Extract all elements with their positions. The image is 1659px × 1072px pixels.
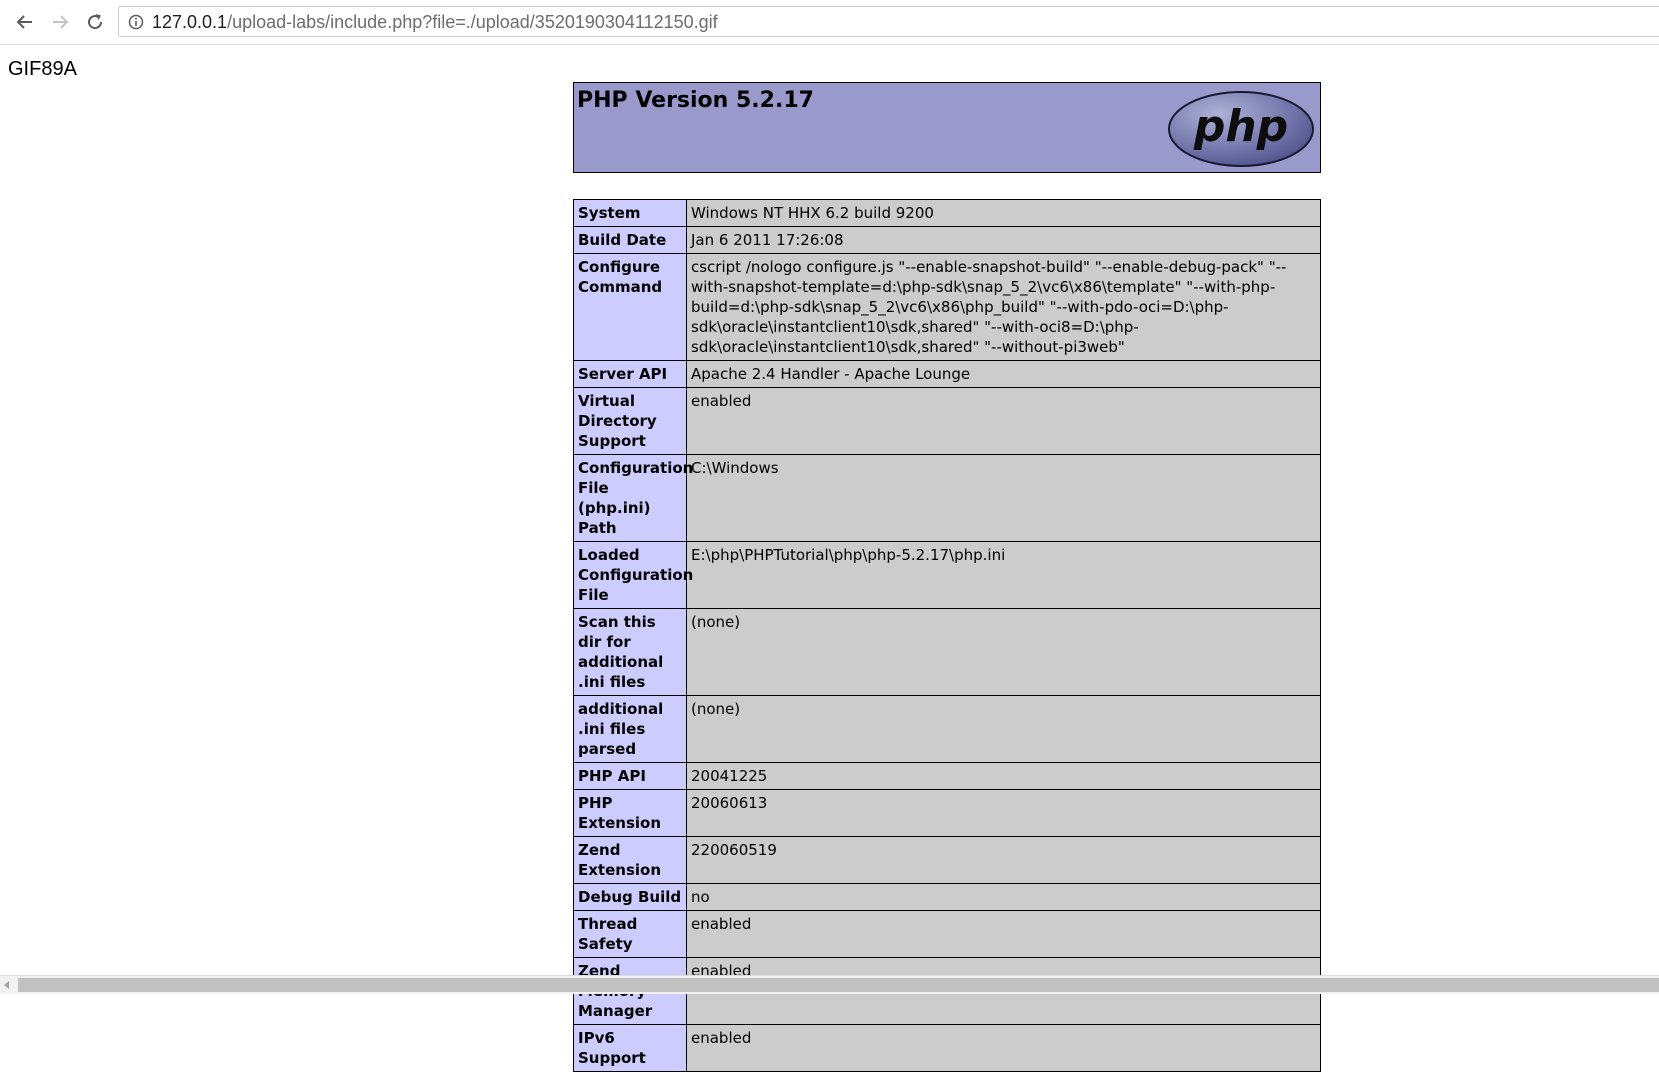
row-label: System bbox=[573, 199, 687, 227]
row-value: (none) bbox=[686, 608, 1321, 696]
table-row: PHP API 20041225 bbox=[573, 762, 1321, 790]
table-row: System Windows NT HHX 6.2 build 9200 bbox=[573, 199, 1321, 227]
row-value: enabled bbox=[686, 910, 1321, 958]
browser-toolbar: 127.0.0.1/upload-labs/include.php?file=.… bbox=[0, 0, 1659, 45]
row-label: additional .ini files parsed bbox=[573, 695, 687, 763]
table-row: Configuration File (php.ini) Path C:\Wind… bbox=[573, 454, 1321, 542]
page-title: PHP Version 5.2.17 bbox=[577, 88, 814, 113]
back-arrow-icon bbox=[16, 15, 32, 29]
url-path: /upload-labs/include.php?file=./upload/3… bbox=[227, 12, 718, 32]
phpinfo-container: PHP Version 5.2.17 php System Windows NT … bbox=[573, 82, 1321, 1072]
row-label: IPv6 Support bbox=[573, 1024, 687, 1072]
back-button[interactable] bbox=[11, 8, 39, 36]
table-row: Build Date Jan 6 2011 17:26:08 bbox=[573, 226, 1321, 254]
row-value: enabled bbox=[686, 387, 1321, 455]
row-label: Debug Build bbox=[573, 883, 687, 911]
row-value: 20041225 bbox=[686, 762, 1321, 790]
table-row: Debug Build no bbox=[573, 883, 1321, 911]
table-row: IPv6 Support enabled bbox=[573, 1024, 1321, 1072]
row-value: no bbox=[686, 883, 1321, 911]
row-label: Server API bbox=[573, 360, 687, 388]
forward-button[interactable] bbox=[46, 8, 74, 36]
row-value: enabled bbox=[686, 1024, 1321, 1072]
php-logo-text: php bbox=[1193, 101, 1288, 152]
phpinfo-table: System Windows NT HHX 6.2 build 9200 Build… bbox=[573, 199, 1321, 1072]
horizontal-scrollbar[interactable] bbox=[0, 975, 1659, 994]
reload-icon bbox=[88, 14, 103, 30]
table-row: additional .ini files parsed (none) bbox=[573, 695, 1321, 763]
php-logo[interactable]: php bbox=[1167, 89, 1315, 169]
gif-header-text: GIF89A bbox=[8, 58, 77, 80]
row-value: cscript /nologo configure.js "--enable-s… bbox=[686, 253, 1321, 361]
url-text[interactable]: 127.0.0.1/upload-labs/include.php?file=.… bbox=[152, 12, 718, 33]
forward-arrow-icon bbox=[53, 15, 69, 29]
url-host: 127.0.0.1 bbox=[152, 12, 228, 32]
table-row: Virtual Directory Support enabled bbox=[573, 387, 1321, 455]
address-bar[interactable]: 127.0.0.1/upload-labs/include.php?file=.… bbox=[118, 6, 1659, 37]
table-row: Scan this dir for additional .ini files(… bbox=[573, 608, 1321, 696]
row-label: Configure Command bbox=[573, 253, 687, 361]
table-row: PHP Extension 20060613 bbox=[573, 789, 1321, 837]
row-label: PHP Extension bbox=[573, 789, 687, 837]
table-row: Loaded Configuration File E:\php\PHPTutor… bbox=[573, 541, 1321, 609]
row-label: Virtual Directory Support bbox=[573, 387, 687, 455]
reload-button[interactable] bbox=[81, 8, 109, 36]
row-label: Thread Safety bbox=[573, 910, 687, 958]
row-value: C:\Windows bbox=[686, 454, 1321, 542]
table-row: Thread Safety enabled bbox=[573, 910, 1321, 958]
scroll-left-arrow-icon[interactable] bbox=[4, 981, 9, 989]
row-label: Loaded Configuration File bbox=[573, 541, 693, 609]
row-label: Scan this dir for additional .ini files bbox=[573, 608, 687, 696]
row-value: Windows NT HHX 6.2 build 9200 bbox=[686, 199, 1321, 227]
row-value: Apache 2.4 Handler - Apache Lounge bbox=[686, 360, 1321, 388]
row-label: PHP API bbox=[573, 762, 687, 790]
phpinfo-header: PHP Version 5.2.17 php bbox=[573, 82, 1321, 173]
row-value: Jan 6 2011 17:26:08 bbox=[686, 226, 1321, 254]
row-label: Configuration File (php.ini) Path bbox=[573, 454, 693, 542]
row-value: (none) bbox=[686, 695, 1321, 763]
row-label: Build Date bbox=[573, 226, 687, 254]
row-value: 220060519 bbox=[686, 836, 1321, 884]
row-value: 20060613 bbox=[686, 789, 1321, 837]
row-value: E:\php\PHPTutorial\php\php-5.2.17\php.in… bbox=[686, 541, 1321, 609]
info-icon[interactable] bbox=[128, 14, 144, 30]
row-label: Zend Extension bbox=[573, 836, 687, 884]
table-row: Configure Command cscript /nologo configu… bbox=[573, 253, 1321, 361]
table-row: Server API Apache 2.4 Handler - Apache Lo… bbox=[573, 360, 1321, 388]
table-row: Zend Extension 220060519 bbox=[573, 836, 1321, 884]
scrollbar-thumb[interactable] bbox=[18, 978, 1659, 992]
